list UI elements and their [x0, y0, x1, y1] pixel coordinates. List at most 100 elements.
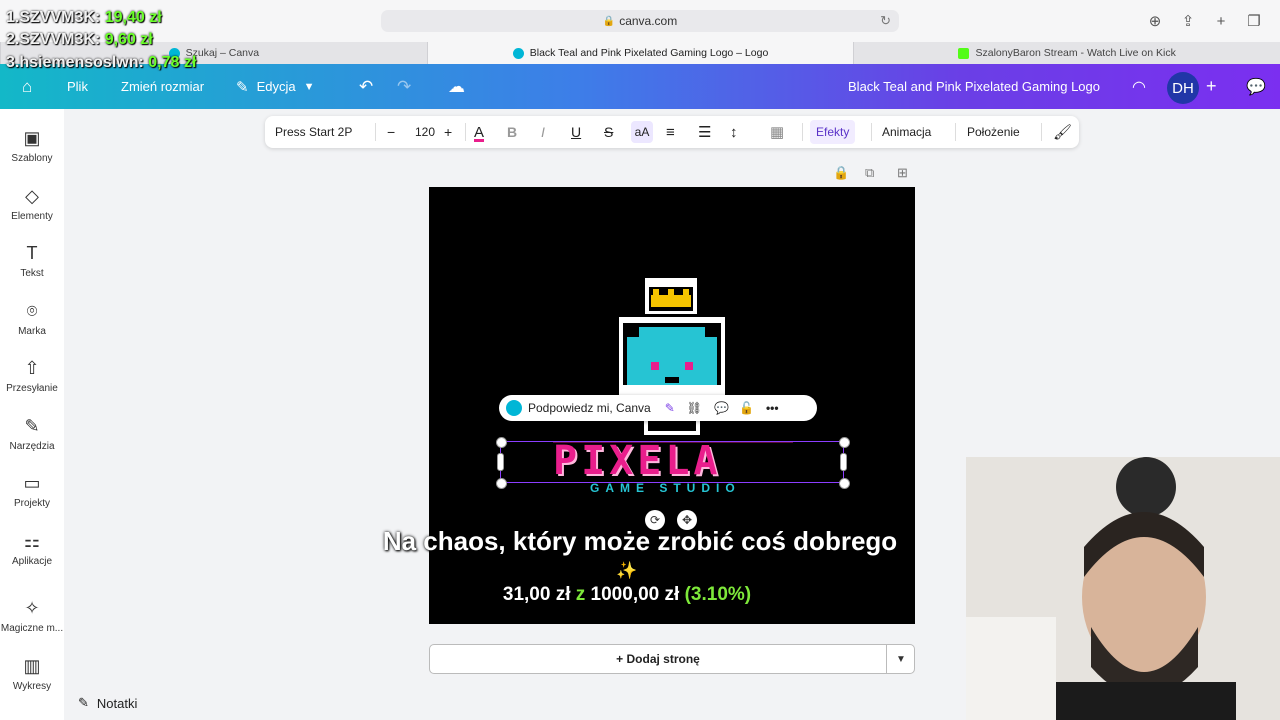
avatar[interactable]: DH: [1167, 72, 1199, 104]
donation-goal: 31,00 zł z 1000,00 zł (3.10%): [429, 584, 825, 606]
download-icon[interactable]: ⊕: [1146, 12, 1164, 30]
sidebar-item-tools[interactable]: ✎ Narzędzia: [0, 415, 64, 452]
sidebar-item-uploads[interactable]: ⇧ Przesyłanie: [0, 357, 64, 394]
text-color-icon[interactable]: A: [474, 116, 484, 148]
link-icon[interactable]: ⛓: [687, 401, 702, 415]
notes-button[interactable]: ✎ Notatki: [78, 695, 137, 711]
sidebar-item-text[interactable]: T Tekst: [0, 242, 64, 279]
tools-icon: ✎: [24, 416, 40, 436]
donor-name: 2.SZVVM3K:: [6, 31, 101, 48]
magic-prompt-bar[interactable]: Podpowiedz mi, Canva ✎ ⛓ 💬 🔓 •••: [499, 395, 817, 421]
resize-handle-right[interactable]: [840, 453, 847, 471]
kick-favicon-icon: [958, 47, 970, 59]
new-tab-icon[interactable]: +: [1212, 12, 1230, 30]
share-icon[interactable]: ⇪: [1179, 12, 1197, 30]
lock-element-icon[interactable]: 🔓: [739, 401, 754, 415]
magic-icon: ✧: [24, 598, 40, 618]
bold-icon[interactable]: B: [507, 116, 517, 148]
font-family-select[interactable]: Press Start 2P: [275, 116, 352, 148]
left-sidebar: ▣ Szablony ◇ Elementy T Tekst ⌾ Marka ⇧ …: [0, 109, 64, 720]
tab-kick-stream[interactable]: SzalonyBaron Stream - Watch Live on Kick: [853, 42, 1280, 64]
pencil-icon: ✎: [236, 78, 249, 96]
templates-icon: ▣: [23, 128, 41, 148]
sidebar-item-magic-media[interactable]: ✧ Magiczne m...: [0, 597, 64, 634]
sidebar-item-label: Tekst: [20, 268, 44, 279]
letter-case-button[interactable]: aA: [631, 121, 653, 143]
tab-design[interactable]: Black Teal and Pink Pixelated Gaming Log…: [426, 42, 854, 64]
sidebar-item-brand[interactable]: ⌾ Marka: [0, 300, 64, 337]
canva-assistant-icon: [506, 400, 522, 416]
toolbar-divider: [375, 123, 376, 141]
animation-button[interactable]: Animacja: [882, 116, 931, 148]
donor-amount: 19,40 zł: [104, 9, 162, 26]
cloud-save-icon[interactable]: ☁: [448, 64, 465, 109]
lock-page-icon[interactable]: 🔒: [833, 165, 849, 181]
sidebar-item-label: Elementy: [11, 211, 53, 222]
strikethrough-icon[interactable]: S: [604, 116, 613, 148]
loading-spinner-icon: ◠: [1132, 78, 1146, 96]
tab-label: Szukaj – Canva: [185, 47, 260, 59]
charts-icon: ▥: [23, 656, 41, 676]
resize-handle-top-left[interactable]: [496, 437, 507, 448]
upload-icon: ⇧: [24, 358, 40, 378]
add-page-icon[interactable]: ⊞: [897, 165, 908, 181]
tab-label: SzalonyBaron Stream - Watch Live on Kick: [975, 47, 1176, 59]
sidebar-item-projects[interactable]: ▭ Projekty: [0, 472, 64, 509]
add-page-button[interactable]: + Dodaj stronę: [430, 645, 886, 673]
url-text: canva.com: [619, 14, 678, 28]
edit-mode-button[interactable]: ✎ Edycja ▼: [236, 64, 315, 109]
design-title[interactable]: Black Teal and Pink Pixelated Gaming Log…: [848, 64, 1100, 109]
magic-edit-icon[interactable]: ✎: [665, 401, 675, 415]
leaderboard-entry-1: 1.SZVVM3K: 19,40 zł: [6, 9, 162, 27]
redo-icon[interactable]: ↷: [397, 64, 411, 109]
sidebar-item-label: Aplikacje: [11, 556, 53, 567]
toolbar-divider: [955, 123, 956, 141]
sidebar-item-label: Magiczne m...: [0, 623, 64, 634]
address-bar[interactable]: 🔒 canva.com ↻: [381, 10, 899, 32]
font-size-decrease-button[interactable]: −: [387, 116, 395, 148]
selection-box[interactable]: [500, 441, 844, 483]
projects-icon: ▭: [23, 473, 41, 493]
font-size-increase-button[interactable]: +: [444, 116, 452, 148]
tab-overview-icon[interactable]: ❐: [1245, 12, 1263, 30]
streamer-video: [966, 457, 1280, 720]
sidebar-item-templates[interactable]: ▣ Szablony: [0, 127, 64, 164]
comment-icon[interactable]: 💬: [1246, 64, 1266, 109]
position-button[interactable]: Położenie: [967, 116, 1020, 148]
sidebar-item-elements[interactable]: ◇ Elementy: [0, 185, 64, 222]
resize-handle-top-right[interactable]: [839, 437, 850, 448]
reload-icon[interactable]: ↻: [880, 13, 891, 29]
spacing-icon[interactable]: ↕: [730, 116, 738, 148]
italic-icon[interactable]: I: [541, 116, 545, 148]
sidebar-item-label: Narzędzia: [9, 441, 55, 452]
text-toolbar: Press Start 2P − 120 + A B I U S aA ≡ ☰ …: [265, 116, 1079, 148]
copy-style-icon[interactable]: 🖌: [1053, 116, 1072, 148]
lock-icon: 🔒: [602, 15, 616, 27]
comment-add-icon[interactable]: 💬: [714, 401, 729, 415]
align-center-icon[interactable]: ≡: [666, 116, 675, 148]
leaderboard-entry-3: 3.hsiemensoslwn: 0,78 zł: [6, 54, 196, 72]
resize-handle-bottom-right[interactable]: [839, 478, 850, 489]
resize-handle-left[interactable]: [497, 453, 504, 471]
sidebar-item-label: Szablony: [11, 153, 53, 164]
undo-icon[interactable]: ↶: [359, 64, 373, 109]
effects-button[interactable]: Efekty: [810, 120, 856, 144]
goal-current: 31,00 zł: [502, 584, 571, 605]
donor-name: 3.hsiemensoslwn:: [6, 54, 144, 71]
brand-icon: ⌾: [26, 301, 38, 321]
transparency-icon[interactable]: ▦: [770, 116, 784, 148]
chevron-down-icon[interactable]: ▼: [886, 645, 915, 673]
duplicate-page-icon[interactable]: ⧉: [865, 165, 874, 181]
logo-subtitle-text[interactable]: GAME STUDIO: [590, 481, 760, 495]
more-options-icon[interactable]: •••: [766, 401, 779, 415]
toolbar-divider: [871, 123, 872, 141]
chevron-down-icon: ▼: [303, 80, 315, 93]
sidebar-item-charts[interactable]: ▥ Wykresy: [0, 655, 64, 692]
sidebar-item-apps[interactable]: ⚏ Aplikacje: [0, 530, 64, 567]
underline-icon[interactable]: U: [571, 116, 581, 148]
notes-label: Notatki: [96, 695, 138, 711]
add-collaborator-icon[interactable]: +: [1206, 64, 1217, 109]
font-size-input[interactable]: 120: [410, 116, 440, 148]
list-icon[interactable]: ☰: [698, 116, 711, 148]
resize-handle-bottom-left[interactable]: [496, 478, 507, 489]
